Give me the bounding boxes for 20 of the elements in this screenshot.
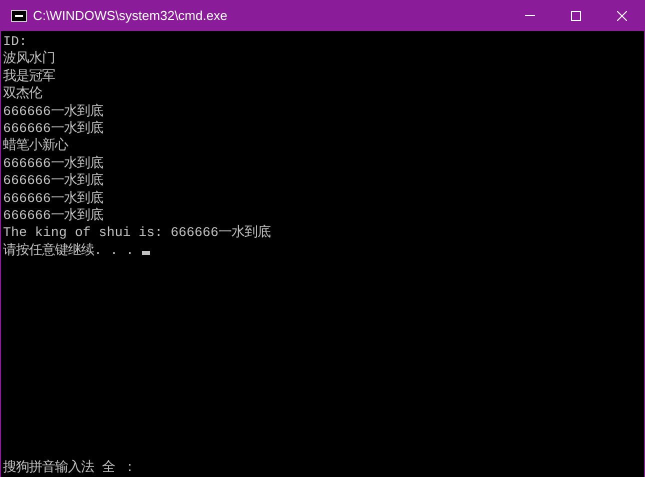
maximize-icon: [571, 10, 581, 20]
window-title: C:\WINDOWS\system32\cmd.exe: [33, 6, 228, 25]
console-line: 666666一水到底: [2, 154, 103, 172]
console-icon: [11, 10, 27, 22]
console-line: 我是冠军: [2, 68, 55, 86]
console-prompt: 请按任意键继续. . .: [3, 242, 135, 260]
close-icon: [617, 10, 627, 20]
console-line: 666666一水到底: [2, 102, 103, 120]
console-line: 666666一水到底: [2, 120, 103, 138]
ime-status: 搜狗拼音输入法 全 ：: [2, 458, 136, 476]
cursor-icon: [142, 251, 150, 256]
console-line: ID:: [2, 33, 27, 50]
console-line: 双杰伦: [2, 85, 42, 103]
console-line: 666666一水到底: [2, 190, 103, 208]
console-line: 波风水门: [2, 50, 55, 68]
console-line: 666666一水到底: [2, 207, 103, 224]
console-line: 666666一水到底: [2, 172, 103, 190]
console-line: The king of shui is: 666666一水到底: [2, 224, 270, 242]
minimize-icon: [525, 15, 535, 16]
console-line: 蜡笔小新心: [2, 137, 68, 155]
